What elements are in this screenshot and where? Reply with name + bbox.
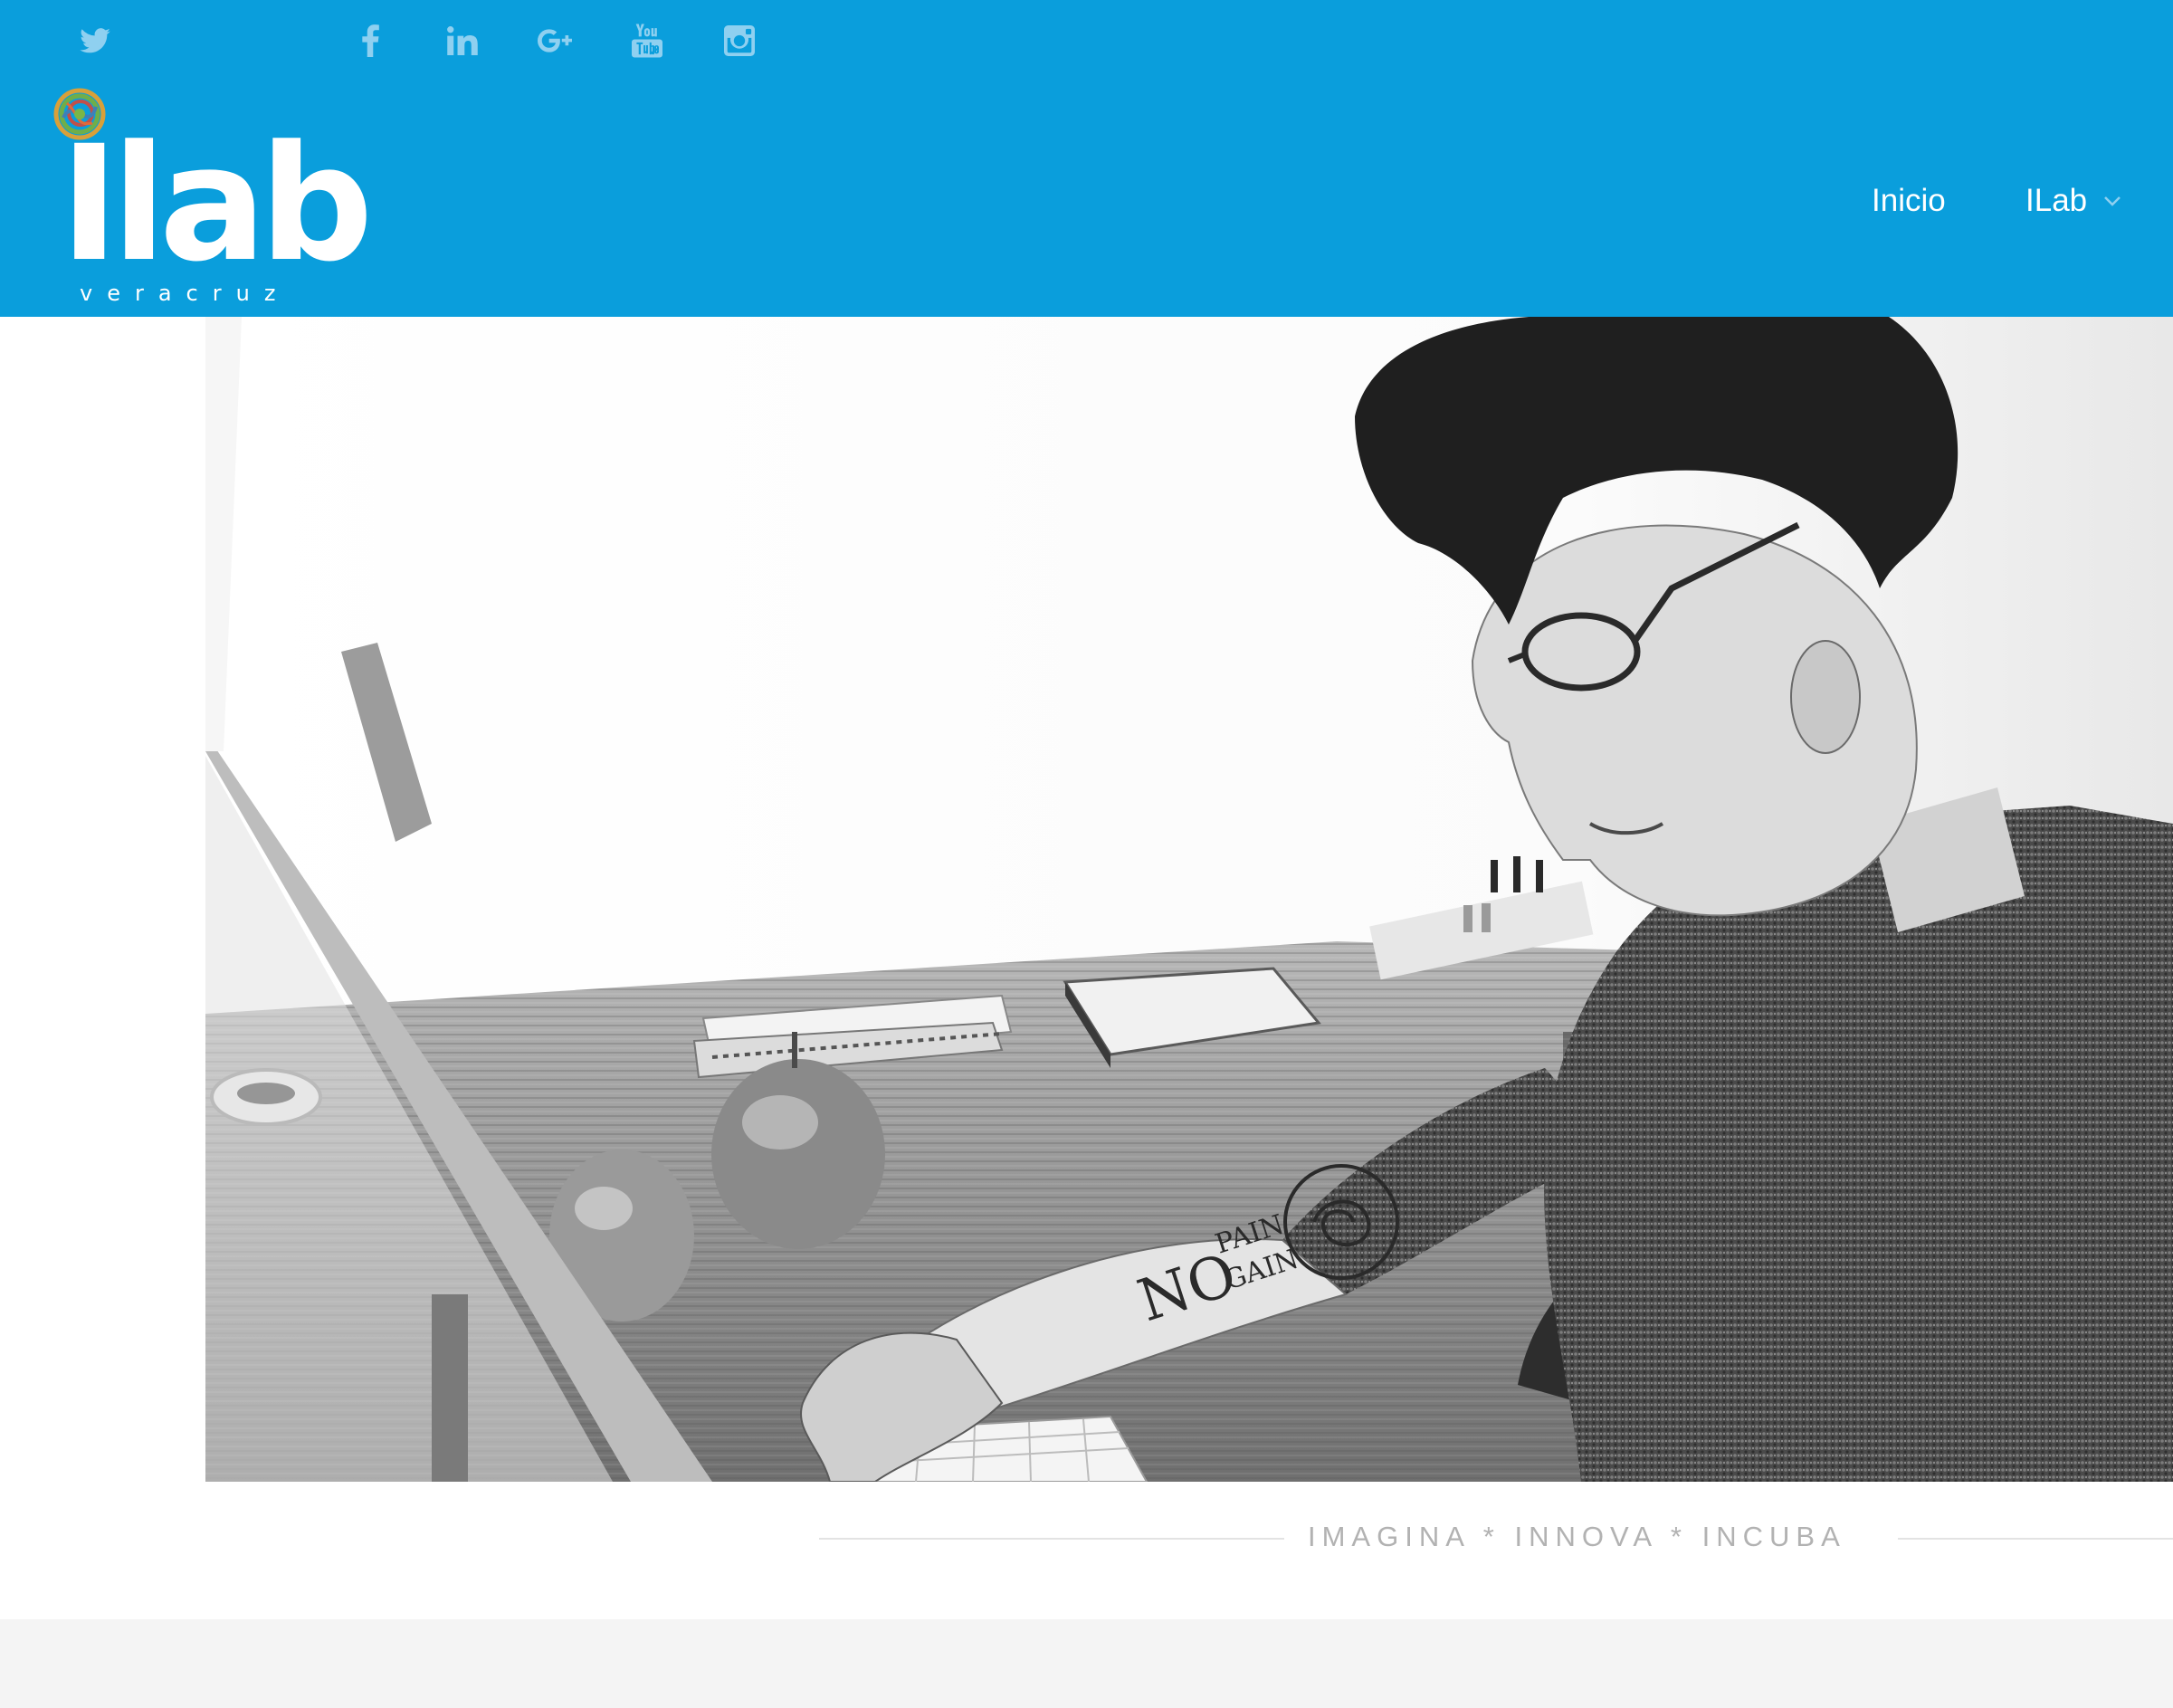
youtube-icon	[632, 24, 662, 58]
facebook-icon	[362, 24, 379, 57]
site-header: Ilab veracruz Inicio ILab	[0, 0, 2173, 317]
social-bar	[0, 0, 2173, 81]
hero-banner: NO PAIN GAIN	[0, 317, 2173, 1482]
tagline-text: IMAGINA * INNOVA * INCUBA	[1308, 1521, 1846, 1552]
linkedin-icon	[447, 26, 478, 55]
tagline: IMAGINA * INNOVA * INCUBA	[819, 1513, 2173, 1564]
tagline-divider-left	[819, 1538, 1284, 1540]
google-plus-icon	[538, 29, 572, 52]
logo-wordmark: Ilab	[60, 111, 374, 297]
twitter-link[interactable]	[71, 16, 119, 65]
chevron-down-icon	[2104, 196, 2121, 206]
facebook-link[interactable]	[346, 16, 395, 65]
logo-subtext: veracruz	[80, 281, 291, 306]
hero-image: NO PAIN GAIN	[205, 317, 2173, 1482]
google-plus-link[interactable]	[530, 16, 579, 65]
content-band	[0, 1619, 2173, 1708]
youtube-link[interactable]	[623, 16, 672, 65]
instagram-link[interactable]	[715, 16, 764, 65]
nav-item-label: ILab	[2025, 183, 2088, 218]
instagram-icon	[724, 25, 755, 56]
twitter-icon	[80, 28, 110, 53]
nav-item-inicio[interactable]: Inicio	[1872, 174, 1946, 228]
nav-item-label: Inicio	[1872, 183, 1946, 218]
tagline-divider-right	[1898, 1538, 2173, 1540]
linkedin-link[interactable]	[438, 16, 487, 65]
site-logo[interactable]: Ilab veracruz	[47, 85, 374, 317]
nav-item-ilab[interactable]: ILab	[2025, 174, 2121, 228]
